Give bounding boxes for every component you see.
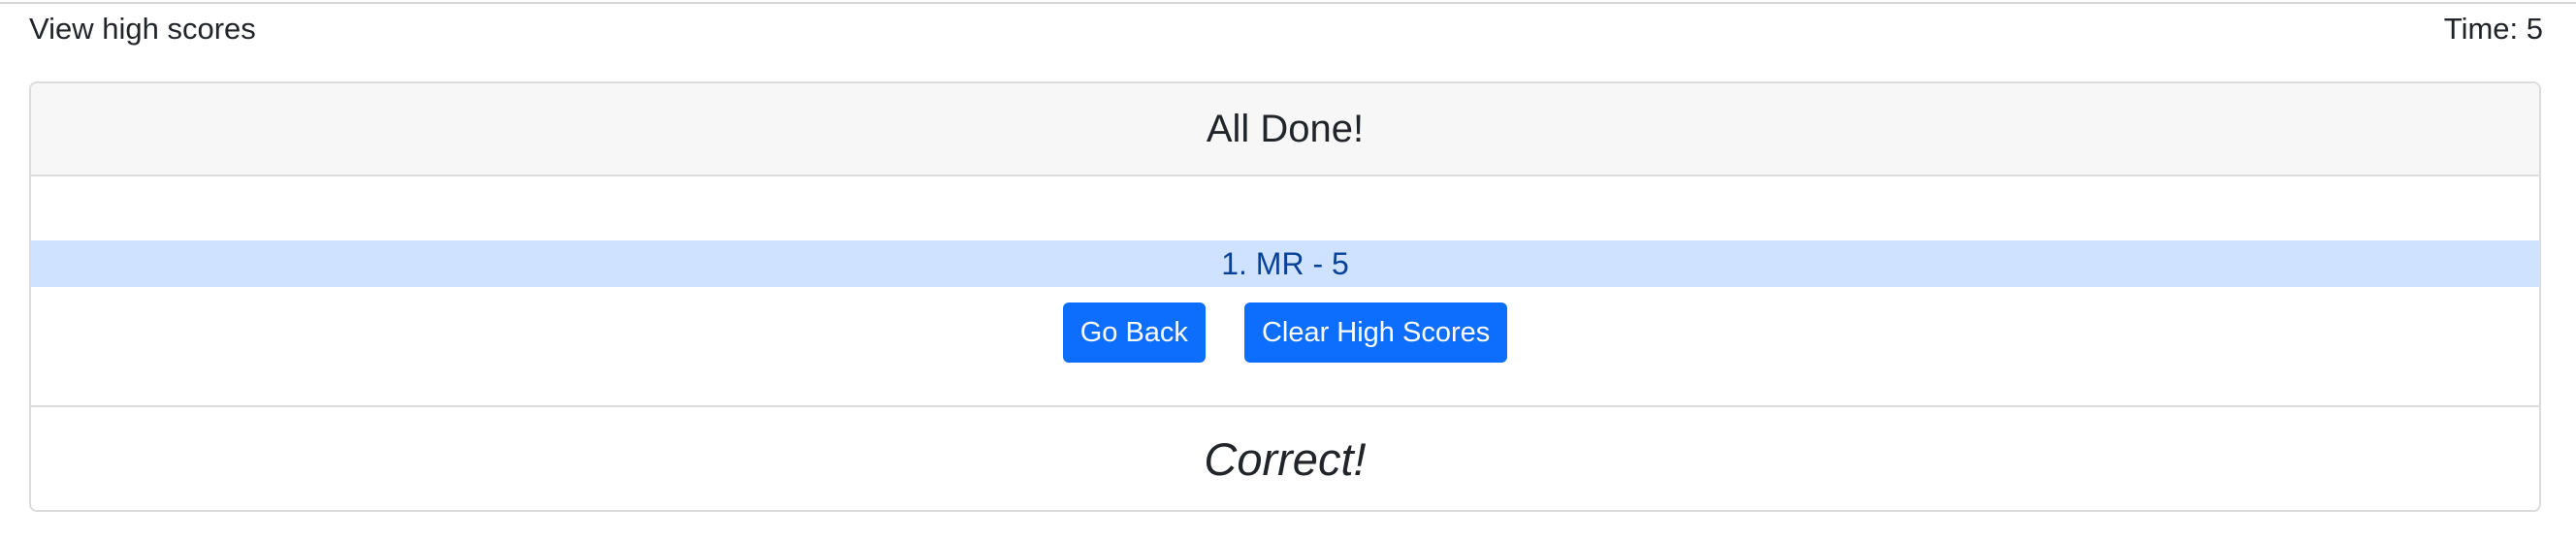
timer: Time: 5 <box>2443 12 2543 46</box>
top-bar: View high scores Time: 5 <box>29 8 2543 50</box>
card-header: All Done! <box>31 83 2539 176</box>
high-score-item: 1. MR - 5 <box>31 240 2539 287</box>
feedback-text: Correct! <box>1204 432 1367 485</box>
card-title: All Done! <box>1206 107 1365 150</box>
high-score-list: 1. MR - 5 <box>31 240 2539 287</box>
answer-feedback: Correct! <box>31 407 2539 510</box>
go-back-button[interactable]: Go Back <box>1062 302 1206 363</box>
quiz-card: All Done! 1. MR - 5 Go Back Clear High S… <box>29 81 2541 512</box>
view-high-scores-link[interactable]: View high scores <box>29 12 256 47</box>
button-row: Go Back Clear High Scores <box>31 302 2539 363</box>
top-divider <box>0 2 2576 4</box>
clear-high-scores-button[interactable]: Clear High Scores <box>1243 302 1508 363</box>
card-body: 1. MR - 5 Go Back Clear High Scores <box>31 176 2539 407</box>
